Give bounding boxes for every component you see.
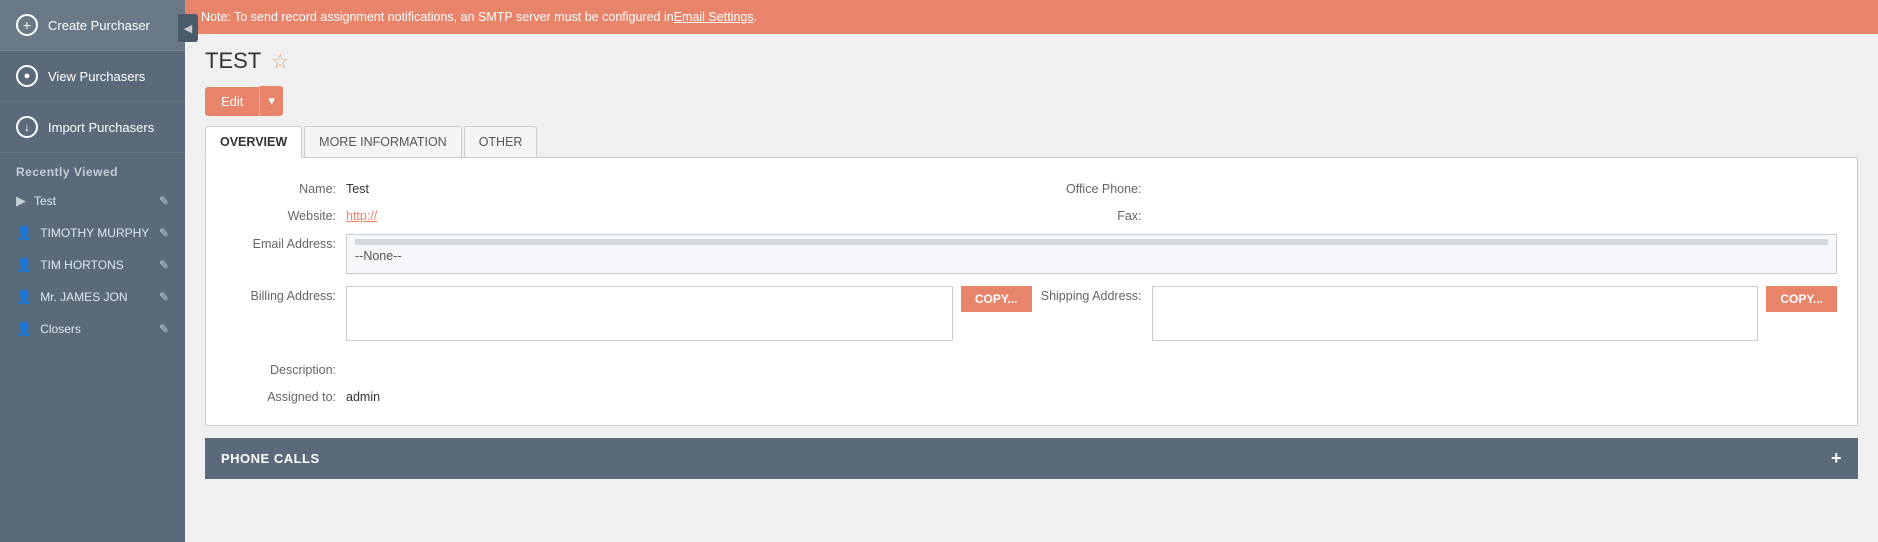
sidebar-recent-label-tim: TIM HORTONS — [40, 258, 124, 272]
person-icon-tim: 👤 — [16, 257, 32, 273]
email-value: --None-- — [355, 249, 402, 263]
email-table-header — [355, 239, 1828, 245]
main-content: Note: To send record assignment notifica… — [185, 0, 1878, 542]
person-icon-james: 👤 — [16, 289, 32, 305]
sidebar-item-import-purchasers[interactable]: ↓ Import Purchasers — [0, 102, 185, 153]
tab-other[interactable]: OTHER — [464, 126, 538, 157]
sidebar-recent-item-closers[interactable]: 👤 Closers ✎ — [0, 313, 185, 345]
sidebar-recent-item-james[interactable]: 👤 Mr. JAMES JON ✎ — [0, 281, 185, 313]
sidebar-recent-item-tim-hortons[interactable]: 👤 TIM HORTONS ✎ — [0, 249, 185, 281]
website-label: Website: — [226, 206, 346, 223]
billing-address-block: Billing Address: COPY... — [226, 282, 1032, 345]
office-phone-label: Office Phone: — [1032, 179, 1152, 196]
alert-suffix: . — [754, 10, 757, 24]
import-purchasers-icon: ↓ — [16, 116, 38, 138]
email-settings-link[interactable]: Email Settings — [674, 10, 754, 24]
name-row: Name: Test — [226, 174, 1032, 201]
fax-label: Fax: — [1032, 206, 1152, 223]
sidebar-item-view-purchasers[interactable]: ● View Purchasers — [0, 51, 185, 102]
address-section: Billing Address: COPY... Shipping Addres… — [226, 282, 1837, 345]
recently-viewed-title: Recently Viewed — [0, 153, 185, 185]
copy-billing-button[interactable]: COPY... — [961, 286, 1032, 312]
page-title: TEST — [205, 48, 261, 74]
form-section-main: Name: Test Office Phone: Website: http:/… — [226, 174, 1837, 228]
create-purchaser-icon: + — [16, 14, 38, 36]
person-icon-closers: 👤 — [16, 321, 32, 337]
email-label: Email Address: — [226, 234, 346, 251]
page-header: TEST ☆ — [185, 34, 1878, 82]
shipping-address-block: Shipping Address: COPY... — [1032, 282, 1838, 345]
sidebar-recent-label-test: Test — [34, 194, 56, 208]
website-value[interactable]: http:// — [346, 206, 377, 223]
phone-calls-bar: PHONE CALLS + — [205, 438, 1858, 479]
tab-more-information[interactable]: MORE INFORMATION — [304, 126, 462, 157]
edit-icon-tim[interactable]: ✎ — [159, 258, 169, 272]
star-icon[interactable]: ☆ — [271, 49, 289, 74]
sidebar-item-create-purchaser[interactable]: + Create Purchaser — [0, 0, 185, 51]
office-phone-row: Office Phone: — [1032, 174, 1838, 201]
edit-area: Edit ▾ — [185, 82, 1878, 126]
alert-banner: Note: To send record assignment notifica… — [185, 0, 1878, 34]
sidebar: + Create Purchaser ● View Purchasers ↓ I… — [0, 0, 185, 542]
fax-row: Fax: — [1032, 201, 1838, 228]
person-icon-timothy: 👤 — [16, 225, 32, 241]
billing-label: Billing Address: — [226, 286, 346, 303]
person-icon-test: ▶ — [16, 193, 26, 209]
tab-overview[interactable]: OVERVIEW — [205, 126, 302, 158]
website-row: Website: http:// — [226, 201, 1032, 228]
shipping-address-field — [1152, 286, 1759, 341]
sidebar-recent-label-closers: Closers — [40, 322, 81, 336]
email-section: Email Address: --None-- — [226, 234, 1837, 274]
sidebar-recent-label-james: Mr. JAMES JON — [40, 290, 127, 304]
billing-address-field — [346, 286, 953, 341]
copy-shipping-button[interactable]: COPY... — [1766, 286, 1837, 312]
sidebar-item-import-purchasers-label: Import Purchasers — [48, 120, 154, 135]
sidebar-recent-item-timothy[interactable]: 👤 TIMOTHY MURPHY ✎ — [0, 217, 185, 249]
edit-icon-timothy[interactable]: ✎ — [159, 226, 169, 240]
sidebar-item-view-purchasers-label: View Purchasers — [48, 69, 145, 84]
phone-calls-title: PHONE CALLS — [221, 451, 320, 466]
view-purchasers-icon: ● — [16, 65, 38, 87]
tabs-bar: OVERVIEW MORE INFORMATION OTHER — [205, 126, 1858, 158]
assigned-label: Assigned to: — [226, 387, 346, 404]
description-row: Description: — [226, 355, 1837, 382]
edit-icon-james[interactable]: ✎ — [159, 290, 169, 304]
sidebar-recent-label-timothy: TIMOTHY MURPHY — [40, 226, 149, 240]
sidebar-item-create-purchaser-label: Create Purchaser — [48, 18, 150, 33]
sidebar-collapse-button[interactable]: ◀ — [178, 14, 198, 42]
edit-button[interactable]: Edit — [205, 87, 259, 116]
edit-icon-test[interactable]: ✎ — [159, 194, 169, 208]
name-label: Name: — [226, 179, 346, 196]
add-phone-call-button[interactable]: + — [1831, 448, 1842, 469]
content-panel: Name: Test Office Phone: Website: http:/… — [205, 158, 1858, 426]
email-table: --None-- — [346, 234, 1837, 274]
misc-section: Description: Assigned to: admin — [226, 355, 1837, 409]
shipping-label: Shipping Address: — [1032, 286, 1152, 303]
alert-text: Note: To send record assignment notifica… — [201, 10, 674, 24]
assigned-row: Assigned to: admin — [226, 382, 1837, 409]
description-label: Description: — [226, 360, 346, 377]
edit-icon-closers[interactable]: ✎ — [159, 322, 169, 336]
sidebar-recent-item-test[interactable]: ▶ Test ✎ — [0, 185, 185, 217]
assigned-value: admin — [346, 387, 380, 404]
edit-dropdown-button[interactable]: ▾ — [259, 86, 283, 116]
name-value: Test — [346, 179, 369, 196]
